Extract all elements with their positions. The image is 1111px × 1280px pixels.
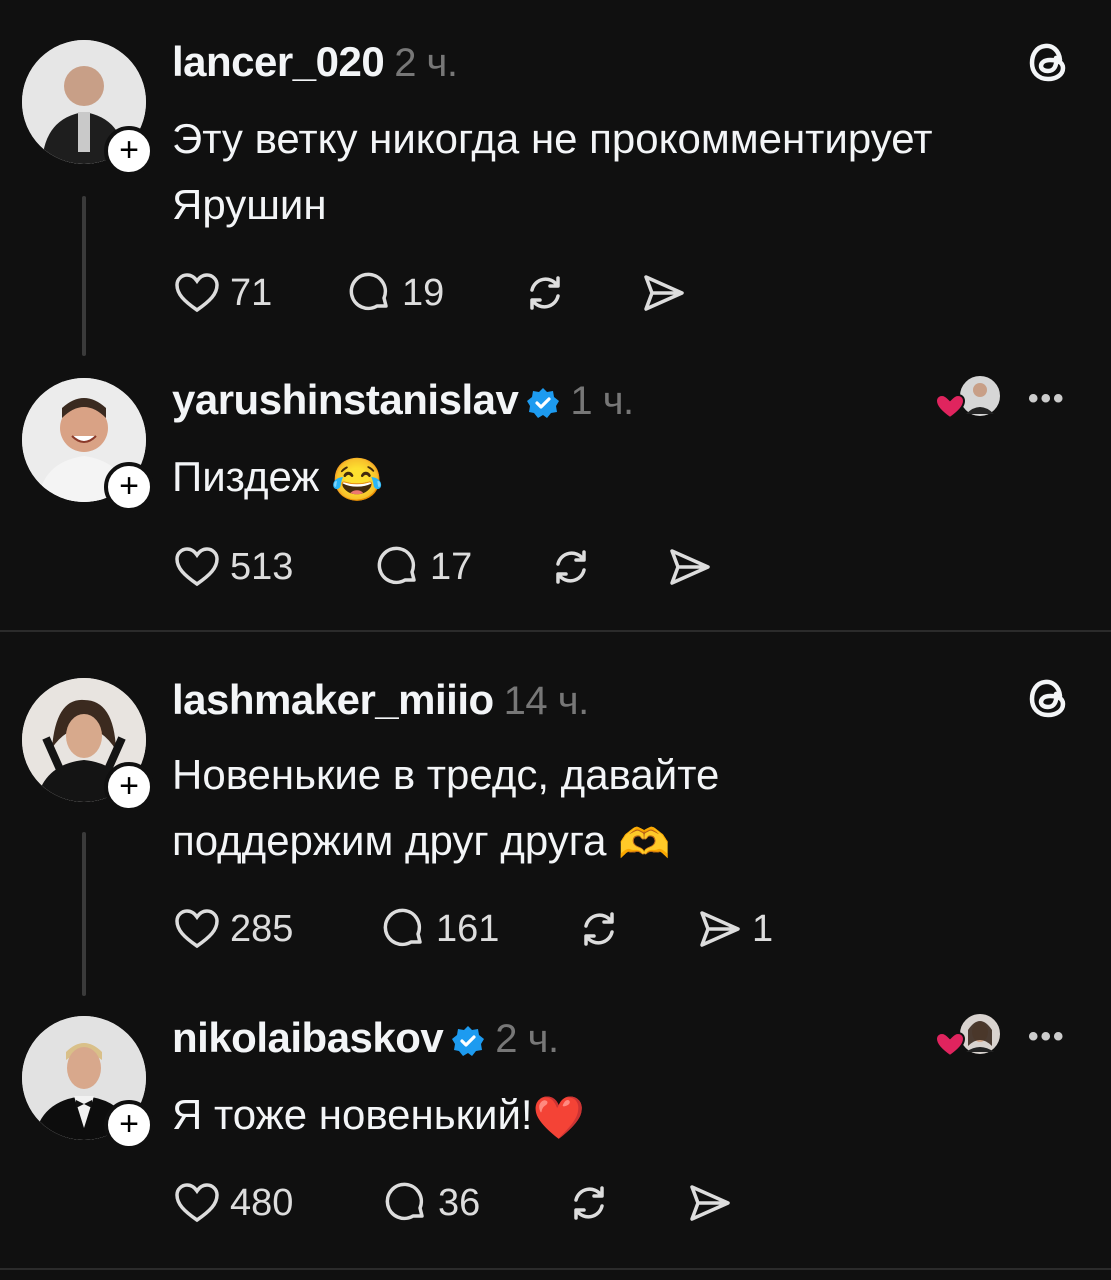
- share-button[interactable]: [638, 268, 688, 318]
- heart-icon: [175, 909, 219, 949]
- like-button[interactable]: 513: [172, 542, 293, 592]
- comment-button[interactable]: 36: [380, 1178, 480, 1228]
- threads-logo-icon[interactable]: [1026, 38, 1074, 86]
- heart-icon: [175, 273, 219, 313]
- share-icon: [690, 1185, 730, 1221]
- comment-icon: [385, 1182, 424, 1221]
- timestamp: 2 ч.: [495, 1017, 559, 1061]
- heart-hands-emoji: 🫶: [618, 819, 671, 867]
- like-button[interactable]: 285: [172, 904, 293, 954]
- share-button[interactable]: 1: [694, 904, 773, 954]
- comment-button[interactable]: 19: [344, 268, 444, 318]
- post-text-content: Пиздеж: [172, 453, 320, 500]
- username[interactable]: lashmaker_miiio 14 ч.: [172, 676, 589, 724]
- follow-button[interactable]: +: [104, 762, 154, 812]
- more-options-button[interactable]: •••: [1028, 1020, 1066, 1054]
- post-text-content: Я тоже новенький!: [172, 1091, 533, 1138]
- follow-button[interactable]: +: [104, 1100, 154, 1150]
- timestamp: 2 ч.: [394, 41, 458, 85]
- thread-divider: [0, 1268, 1111, 1270]
- like-count: 285: [230, 907, 294, 950]
- share-count: 1: [752, 907, 774, 950]
- laughing-emoji: 😂: [331, 455, 384, 503]
- verified-icon: [527, 387, 560, 418]
- username[interactable]: yarushinstanislav 1 ч.: [172, 376, 634, 424]
- comment-icon: [349, 272, 388, 311]
- username-text[interactable]: yarushinstanislav: [172, 376, 519, 423]
- share-icon: [700, 911, 740, 947]
- like-button[interactable]: 480: [172, 1178, 293, 1228]
- post-text: Эту ветку никогда не прокомментирует Яру…: [172, 115, 933, 228]
- repost-button[interactable]: [574, 904, 624, 954]
- comment-icon: [377, 546, 416, 585]
- username-text[interactable]: nikolaibaskov: [172, 1014, 444, 1061]
- liked-by-author-icon: [934, 374, 1002, 420]
- thread-divider: [0, 630, 1111, 632]
- username[interactable]: nikolaibaskov 2 ч.: [172, 1014, 559, 1062]
- repost-button[interactable]: [564, 1178, 614, 1228]
- threads-logo-icon[interactable]: [1026, 674, 1074, 722]
- username[interactable]: lancer_020 2 ч.: [172, 38, 458, 86]
- reply-count: 161: [436, 907, 500, 950]
- liked-by-author-icon: [934, 1012, 1002, 1058]
- reply-count: 19: [402, 271, 445, 314]
- share-icon: [670, 549, 710, 585]
- share-button[interactable]: [684, 1178, 734, 1228]
- comment-button[interactable]: 161: [378, 904, 499, 954]
- repost-icon: [530, 276, 560, 310]
- more-options-button[interactable]: •••: [1028, 382, 1066, 416]
- verified-icon: [452, 1025, 485, 1056]
- post-text-line2-content: поддержим друг друга: [172, 817, 607, 864]
- thread-line: [82, 196, 86, 356]
- share-icon: [644, 275, 684, 311]
- reply-count: 36: [438, 1181, 481, 1224]
- reply-count: 17: [430, 545, 473, 588]
- username-text[interactable]: lancer_020: [172, 38, 385, 85]
- repost-icon: [556, 550, 586, 584]
- like-button[interactable]: 71: [172, 268, 272, 318]
- thread-line: [82, 832, 86, 996]
- repost-button[interactable]: [546, 542, 596, 592]
- post-text-line1: Новенькие в тредс, давайте: [172, 751, 720, 798]
- post-text: Пиздеж 😂: [172, 444, 1092, 513]
- post-text: Новенькие в тредс, давайте поддержим дру…: [172, 742, 1092, 877]
- heart-icon: [175, 1183, 219, 1223]
- like-count: 513: [230, 545, 294, 588]
- username-text[interactable]: lashmaker_miiio: [172, 676, 494, 723]
- comment-button[interactable]: 17: [372, 542, 472, 592]
- post-text: Я тоже новенький!❤️: [172, 1082, 1092, 1151]
- timestamp: 14 ч.: [503, 679, 590, 723]
- comment-icon: [383, 908, 422, 947]
- repost-icon: [584, 912, 614, 946]
- repost-icon: [574, 1186, 604, 1220]
- follow-button[interactable]: +: [104, 126, 154, 176]
- like-count: 480: [230, 1181, 294, 1224]
- like-count: 71: [230, 271, 273, 314]
- repost-button[interactable]: [520, 268, 570, 318]
- red-heart-emoji: ❤️: [532, 1093, 585, 1141]
- share-button[interactable]: [664, 542, 714, 592]
- heart-icon: [175, 547, 219, 587]
- follow-button[interactable]: +: [104, 462, 154, 512]
- timestamp: 1 ч.: [570, 379, 634, 423]
- post-text-line2: поддержим друг друга 🫶: [172, 808, 1092, 877]
